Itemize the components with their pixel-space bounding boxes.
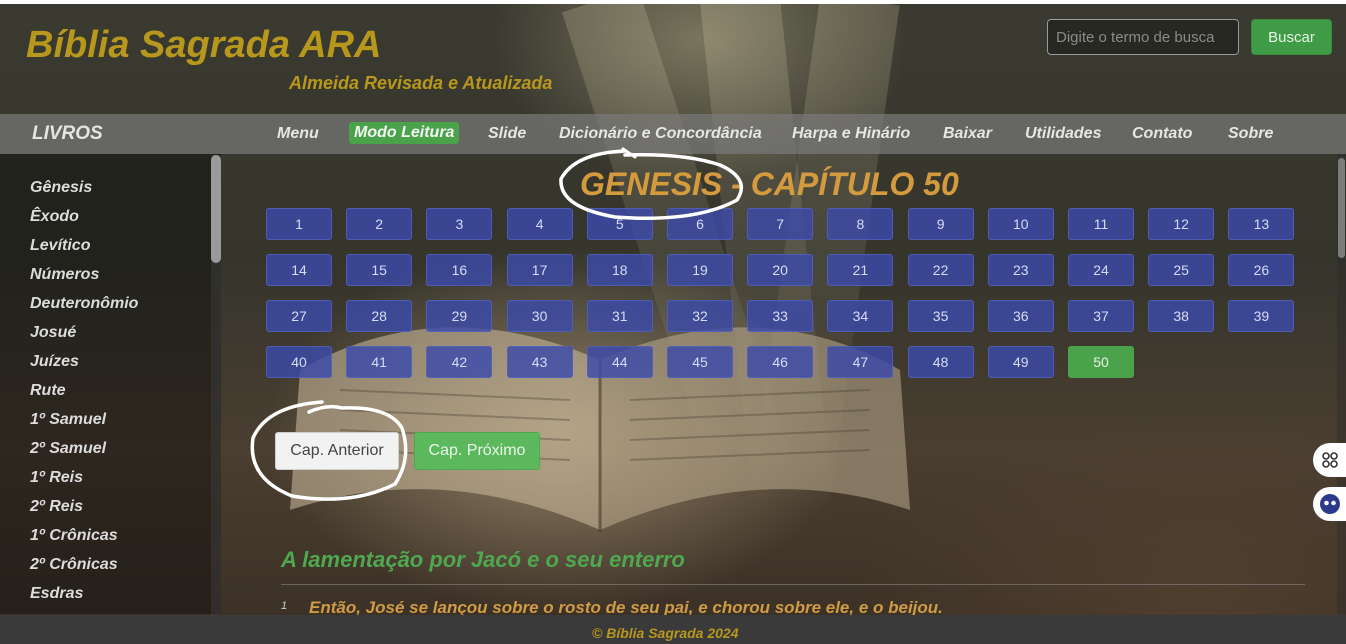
- chapter-button[interactable]: 12: [1148, 208, 1215, 240]
- books-sidebar: Gênesis Êxodo Levítico Números Deuteronômio J…: [0, 154, 221, 614]
- section-title: A lamentação por Jacó e o seu enterro: [281, 547, 685, 572]
- chapter-button[interactable]: 27: [266, 300, 332, 332]
- chapter-button[interactable]: 46: [747, 346, 814, 378]
- site-title[interactable]: Bíblia Sagrada ARA: [26, 24, 381, 67]
- chapter-button[interactable]: 44: [586, 346, 653, 378]
- sidebar-scroll-thumb[interactable]: [211, 155, 221, 263]
- book-item[interactable]: 2º Crônicas: [30, 556, 118, 574]
- chapter-button[interactable]: 8: [827, 208, 894, 240]
- section-divider: [281, 584, 1305, 585]
- chapter-button[interactable]: 20: [747, 254, 814, 286]
- chapter-button[interactable]: 43: [506, 346, 573, 378]
- chapter-button[interactable]: 15: [346, 254, 413, 286]
- book-item[interactable]: 1º Samuel: [30, 411, 106, 429]
- chapter-button[interactable]: 50: [1068, 346, 1134, 378]
- open-book-image: [290, 327, 910, 532]
- nav-menu[interactable]: Menu: [277, 125, 319, 143]
- chapter-button[interactable]: 25: [1148, 254, 1215, 286]
- nav-slide[interactable]: Slide: [488, 125, 526, 143]
- chapter-button[interactable]: 48: [907, 346, 974, 378]
- nav-harpa[interactable]: Harpa e Hinário: [792, 125, 910, 143]
- chapter-button[interactable]: 21: [827, 254, 894, 286]
- nav-dicionario[interactable]: Dicionário e Concordância: [559, 125, 762, 143]
- chapter-button[interactable]: 24: [1068, 254, 1134, 286]
- chapter-button[interactable]: 38: [1148, 300, 1215, 332]
- chapter-button[interactable]: 17: [506, 254, 573, 286]
- book-item[interactable]: 1º Crônicas: [30, 527, 118, 545]
- chapter-button[interactable]: 1: [266, 208, 332, 240]
- chapter-button[interactable]: 39: [1228, 300, 1295, 332]
- chapter-button[interactable]: 23: [987, 254, 1054, 286]
- chapter-button[interactable]: 14: [266, 254, 332, 286]
- nav-baixar[interactable]: Baixar: [943, 125, 992, 143]
- chapter-button[interactable]: 35: [907, 300, 974, 332]
- chapter-button[interactable]: 45: [667, 346, 733, 378]
- book-item[interactable]: Rute: [30, 382, 66, 400]
- book-item[interactable]: Números: [30, 266, 99, 284]
- verse-number: 1: [281, 600, 288, 612]
- chapter-button[interactable]: 10: [987, 208, 1054, 240]
- chapter-button[interactable]: 34: [827, 300, 894, 332]
- chapter-button[interactable]: 9: [907, 208, 974, 240]
- chapter-button[interactable]: 19: [667, 254, 733, 286]
- chapter-button[interactable]: 7: [747, 208, 814, 240]
- search-button[interactable]: Buscar: [1251, 19, 1332, 55]
- nav-modo-leitura[interactable]: Modo Leitura: [349, 122, 460, 144]
- nav-contato[interactable]: Contato: [1132, 125, 1192, 143]
- book-item[interactable]: Esdras: [30, 585, 83, 603]
- chapter-button[interactable]: 36: [987, 300, 1054, 332]
- chapter-button[interactable]: 16: [426, 254, 493, 286]
- chapter-button[interactable]: 22: [907, 254, 974, 286]
- window-top-edge: [0, 0, 1346, 4]
- chapter-button[interactable]: 28: [346, 300, 413, 332]
- chapter-button[interactable]: 6: [667, 208, 733, 240]
- chapter-button[interactable]: 49: [987, 346, 1054, 378]
- chapter-button[interactable]: 11: [1068, 208, 1134, 240]
- chapter-button[interactable]: 37: [1068, 300, 1134, 332]
- book-item[interactable]: 1º Reis: [30, 469, 83, 487]
- previous-chapter-button[interactable]: Cap. Anterior: [275, 432, 399, 470]
- chapter-button[interactable]: 26: [1228, 254, 1295, 286]
- assistant-face-icon: [1319, 494, 1340, 514]
- chapter-button[interactable]: 5: [586, 208, 653, 240]
- nav-utilidades[interactable]: Utilidades: [1025, 125, 1101, 143]
- book-item[interactable]: Êxodo: [30, 208, 79, 226]
- chapter-button[interactable]: 30: [506, 300, 573, 332]
- sidebar-heading: LIVROS: [32, 123, 103, 144]
- book-item[interactable]: Deuteronômio: [30, 295, 138, 313]
- book-item[interactable]: Gênesis: [30, 179, 92, 197]
- chapter-button[interactable]: 33: [747, 300, 814, 332]
- chapter-button[interactable]: 32: [667, 300, 733, 332]
- book-item[interactable]: Josué: [30, 324, 76, 342]
- chapter-button[interactable]: 31: [586, 300, 653, 332]
- chapter-button[interactable]: 47: [827, 346, 894, 378]
- chapter-button[interactable]: 42: [426, 346, 493, 378]
- footer-text: © Bíblia Sagrada 2024: [592, 625, 739, 641]
- page-scroll-thumb[interactable]: [1338, 158, 1345, 258]
- apps-widget-button[interactable]: [1313, 443, 1346, 477]
- chapter-button[interactable]: 40: [266, 346, 332, 378]
- chapter-title: GENESIS - CAPÍTULO 50: [580, 166, 959, 202]
- chapter-button[interactable]: 4: [506, 208, 573, 240]
- chapter-button[interactable]: 2: [346, 208, 413, 240]
- book-item[interactable]: Juízes: [30, 353, 79, 371]
- book-item[interactable]: Levítico: [30, 237, 90, 255]
- chapter-button[interactable]: 3: [426, 208, 493, 240]
- chapter-button[interactable]: 41: [346, 346, 413, 378]
- assistant-widget-button[interactable]: [1313, 487, 1346, 521]
- chapter-button[interactable]: 18: [586, 254, 653, 286]
- chapter-button[interactable]: 13: [1228, 208, 1295, 240]
- site-subtitle: Almeida Revisada e Atualizada: [289, 73, 553, 93]
- nav-sobre[interactable]: Sobre: [1228, 125, 1273, 143]
- search-input[interactable]: [1047, 19, 1239, 55]
- book-item[interactable]: 2º Samuel: [30, 440, 106, 458]
- next-chapter-button[interactable]: Cap. Próximo: [414, 432, 540, 470]
- book-item[interactable]: 2º Reis: [30, 498, 83, 516]
- apps-grid-icon: [1321, 452, 1338, 468]
- chapter-button[interactable]: 29: [426, 300, 493, 332]
